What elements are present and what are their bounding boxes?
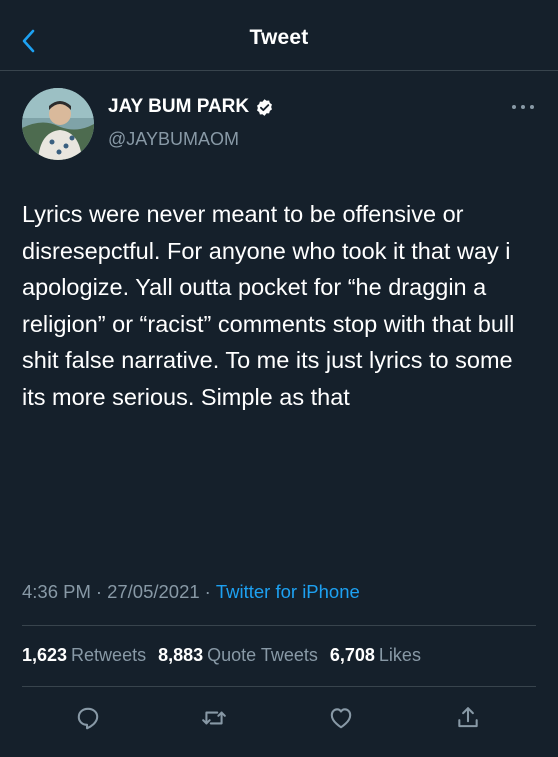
reply-button[interactable] bbox=[74, 704, 102, 732]
more-horizontal-icon bbox=[512, 105, 534, 109]
author-name-row[interactable]: JAY BUM PARK bbox=[108, 96, 274, 118]
likes-count: 6,708 bbox=[329, 645, 375, 665]
verified-badge-icon bbox=[255, 98, 274, 117]
retweets-stat[interactable]: 1,623 Retweets bbox=[22, 645, 146, 666]
share-icon bbox=[458, 707, 478, 728]
author-display-name[interactable]: JAY BUM PARK bbox=[108, 96, 249, 118]
retweet-icon bbox=[202, 711, 226, 725]
meta-separator: · bbox=[95, 581, 103, 602]
tweet-source-link[interactable]: Twitter for iPhone bbox=[216, 581, 360, 603]
quote-tweets-stat[interactable]: 8,883 Quote Tweets bbox=[158, 645, 318, 666]
retweets-count: 1,623 bbox=[22, 645, 68, 665]
tweet-text: Lyrics were never meant to be offensive … bbox=[22, 201, 521, 410]
tweet-metadata: 4:36 PM · 27/05/2021 · Twitter for iPhon… bbox=[22, 581, 360, 603]
avatar-image bbox=[22, 88, 94, 160]
divider bbox=[22, 625, 536, 626]
retweet-button[interactable] bbox=[200, 704, 228, 732]
avatar[interactable] bbox=[22, 88, 94, 160]
author-handle[interactable]: @JAYBUMAOM bbox=[108, 129, 239, 150]
likes-stat[interactable]: 6,708 Likes bbox=[330, 645, 421, 666]
meta-separator: · bbox=[204, 581, 211, 602]
reply-icon bbox=[77, 707, 99, 730]
share-button[interactable] bbox=[454, 704, 482, 732]
tweet-date: 27/05/2021 bbox=[107, 581, 200, 602]
top-bar: Tweet bbox=[0, 0, 558, 71]
retweets-label: Retweets bbox=[71, 645, 147, 665]
page-title: Tweet bbox=[249, 26, 309, 49]
quote-tweets-count: 8,883 bbox=[158, 645, 204, 665]
more-options-button[interactable] bbox=[510, 100, 536, 114]
divider bbox=[22, 686, 536, 687]
tweet-time: 4:36 PM bbox=[22, 581, 91, 602]
quote-tweets-label: Quote Tweets bbox=[207, 645, 318, 665]
tweet-stats: 1,623 Retweets 8,883 Quote Tweets 6,708 Lik… bbox=[22, 645, 433, 666]
likes-label: Likes bbox=[378, 645, 421, 665]
like-icon bbox=[330, 708, 352, 729]
like-button[interactable] bbox=[327, 704, 355, 732]
